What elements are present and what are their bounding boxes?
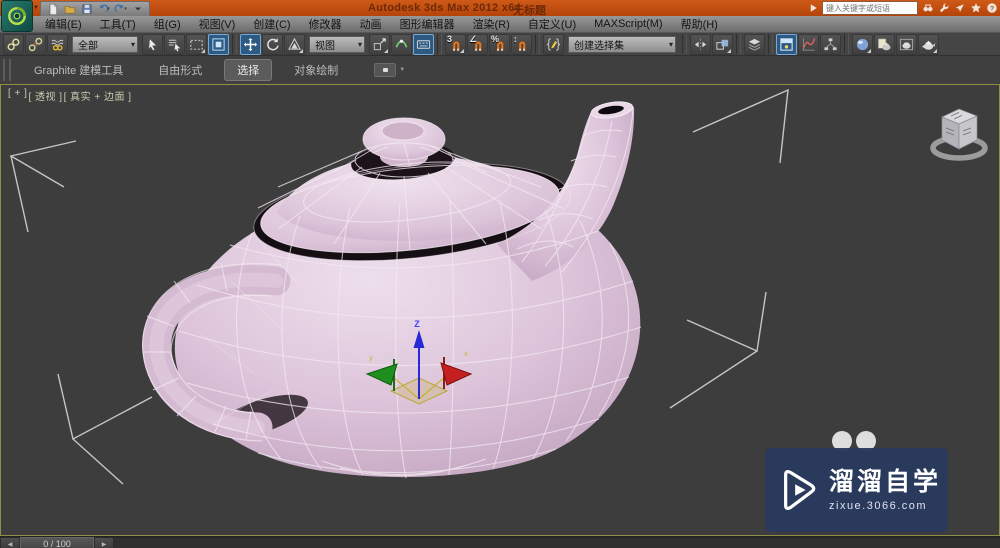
infocenter: ? bbox=[806, 1, 998, 15]
material-editor-button[interactable] bbox=[852, 33, 873, 55]
edit-named-selection-sets-button[interactable] bbox=[543, 33, 564, 55]
angle-snap-toggle[interactable]: ∠ bbox=[467, 33, 488, 55]
watermark-url: zixue.3066.com bbox=[829, 499, 928, 512]
toolbar-separator bbox=[844, 34, 849, 54]
title-bar: Autodesk 3ds Max 2012 x64 无标题 ? bbox=[0, 0, 1000, 17]
ribbon-tab-1[interactable]: 自由形式 bbox=[145, 59, 215, 81]
render-setup-button[interactable] bbox=[874, 33, 895, 55]
toolbar-separator bbox=[437, 34, 442, 54]
menu-item-4[interactable]: 创建(C) bbox=[244, 16, 299, 32]
bind-to-space-warp-button[interactable] bbox=[47, 33, 68, 55]
infocenter-expand-icon[interactable] bbox=[806, 2, 819, 15]
menu-item-7[interactable]: 图形编辑器 bbox=[391, 16, 464, 32]
main-toolbar: 全部 ▾ 视图 ▾ 3 ∠% ↕ 创建选择集 ▾ bbox=[0, 32, 1000, 56]
favorites-icon[interactable] bbox=[969, 2, 982, 15]
menu-item-3[interactable]: 视图(V) bbox=[190, 16, 245, 32]
ribbon-tab-0[interactable]: Graphite 建模工具 bbox=[21, 59, 136, 81]
redo-button[interactable]: ▾ bbox=[113, 3, 128, 16]
use-pivot-point-center-button[interactable] bbox=[369, 33, 390, 55]
viewport-menu-shading[interactable]: [ 真实 + 边面 ] bbox=[64, 88, 132, 103]
previous-frame-button[interactable]: ◀ bbox=[0, 537, 20, 548]
named-selection-sets-dropdown[interactable]: 创建选择集 ▾ bbox=[568, 35, 676, 53]
reference-coordinate-system-dropdown[interactable]: 视图 ▾ bbox=[309, 35, 365, 53]
toolbar-separator bbox=[682, 34, 687, 54]
next-frame-button[interactable]: ▶ bbox=[94, 537, 114, 548]
toolbar-separator bbox=[535, 34, 540, 54]
ribbon-tab-bar: Graphite 建模工具 自由形式 选择 对象绘制 ▼ bbox=[0, 56, 1000, 84]
snaps-toggle-button[interactable]: 3 bbox=[445, 33, 466, 55]
selection-region-button[interactable] bbox=[186, 33, 207, 55]
menu-item-10[interactable]: MAXScript(M) bbox=[585, 18, 671, 30]
menu-bar: 编辑(E) 工具(T) 组(G) 视图(V) 创建(C) 修改器 动画 图形编辑器 渲染(R) 自… bbox=[0, 16, 1000, 32]
application-menu-button[interactable] bbox=[1, 0, 33, 32]
rendered-frame-window-button[interactable] bbox=[896, 33, 917, 55]
watermark-title: 溜溜自学 bbox=[829, 467, 942, 496]
unlink-selection-button[interactable] bbox=[25, 33, 46, 55]
select-by-name-button[interactable] bbox=[164, 33, 185, 55]
quick-access-toolbar: ▾ ▾ bbox=[40, 1, 150, 17]
graphite-modeling-tools-toggle[interactable] bbox=[776, 33, 797, 55]
menu-item-9[interactable]: 自定义(U) bbox=[519, 16, 585, 32]
app-title: Autodesk 3ds Max 2012 x64 bbox=[368, 2, 522, 14]
communication-center-icon[interactable] bbox=[953, 2, 966, 15]
select-and-rotate-button[interactable] bbox=[262, 33, 283, 55]
toolbar-separator bbox=[736, 34, 741, 54]
selection-filter-dropdown[interactable]: 全部 ▾ bbox=[72, 35, 138, 53]
spinner-snap-toggle[interactable]: ↕ bbox=[511, 33, 532, 55]
menu-item-2[interactable]: 组(G) bbox=[145, 16, 190, 32]
select-and-manipulate-button[interactable] bbox=[391, 33, 412, 55]
mirror-button[interactable] bbox=[690, 33, 711, 55]
ribbon-minimize-icon bbox=[382, 68, 388, 72]
3dsmax-logo-icon bbox=[8, 7, 26, 25]
application-menu-caret-icon[interactable]: ▼ bbox=[33, 5, 39, 11]
select-and-link-button[interactable] bbox=[3, 33, 24, 55]
new-scene-button[interactable] bbox=[45, 3, 60, 16]
keyboard-shortcut-override-toggle[interactable] bbox=[413, 33, 434, 55]
menu-item-8[interactable]: 渲染(R) bbox=[464, 16, 519, 32]
3dsmax-window: Autodesk 3ds Max 2012 x64 无标题 ? ▼ ▾▾ 编辑(… bbox=[0, 0, 1000, 548]
help-icon[interactable]: ? bbox=[985, 2, 998, 15]
select-and-move-button[interactable] bbox=[240, 33, 261, 55]
ribbon-minimize-caret-icon[interactable]: ▼ bbox=[399, 67, 405, 73]
time-slider-thumb[interactable]: 0 / 100 bbox=[20, 537, 94, 548]
toolbar-separator bbox=[768, 34, 773, 54]
ribbon-grip-handle[interactable] bbox=[3, 59, 11, 81]
time-slider-track[interactable] bbox=[114, 537, 1000, 548]
search-binoculars-icon[interactable] bbox=[921, 2, 934, 15]
viewport-label: [ + ] [ 透视 ] [ 真实 + 边面 ] bbox=[8, 88, 133, 103]
schematic-view-button[interactable] bbox=[820, 33, 841, 55]
viewport-menu-general[interactable]: [ + ] bbox=[8, 88, 27, 103]
menu-item-6[interactable]: 动画 bbox=[351, 16, 391, 32]
menu-item-5[interactable]: 修改器 bbox=[300, 16, 351, 32]
watermark-play-icon bbox=[784, 470, 816, 510]
subscription-center-icon[interactable] bbox=[937, 2, 950, 15]
select-object-button[interactable] bbox=[142, 33, 163, 55]
percent-snap-toggle[interactable]: % bbox=[489, 33, 510, 55]
ribbon-tab-2[interactable]: 选择 bbox=[224, 59, 273, 81]
menu-item-0[interactable]: 编辑(E) bbox=[36, 16, 91, 32]
open-file-button[interactable] bbox=[62, 3, 77, 16]
toolbar-separator bbox=[232, 34, 237, 54]
window-crossing-toggle[interactable] bbox=[208, 33, 229, 55]
save-file-button[interactable] bbox=[79, 3, 94, 16]
select-and-scale-button[interactable] bbox=[284, 33, 305, 55]
time-slider: ◀ 0 / 100 ▶ bbox=[0, 537, 1000, 548]
layer-manager-button[interactable] bbox=[744, 33, 765, 55]
ribbon-minimize-button[interactable] bbox=[374, 63, 397, 77]
render-production-button[interactable] bbox=[918, 33, 939, 55]
undo-button[interactable]: ▾ bbox=[96, 3, 111, 16]
watermark: 溜溜自学 zixue.3066.com bbox=[765, 448, 948, 532]
ribbon-tab-3[interactable]: 对象绘制 bbox=[281, 59, 351, 81]
svg-text:?: ? bbox=[989, 5, 993, 12]
quick-access-overflow-button[interactable] bbox=[130, 3, 145, 16]
curve-editor-button[interactable] bbox=[798, 33, 819, 55]
viewport-menu-view[interactable]: [ 透视 ] bbox=[28, 88, 62, 103]
menu-item-11[interactable]: 帮助(H) bbox=[672, 16, 727, 32]
menu-item-1[interactable]: 工具(T) bbox=[91, 16, 145, 32]
align-button[interactable] bbox=[712, 33, 733, 55]
infocenter-search-input[interactable] bbox=[822, 1, 918, 15]
